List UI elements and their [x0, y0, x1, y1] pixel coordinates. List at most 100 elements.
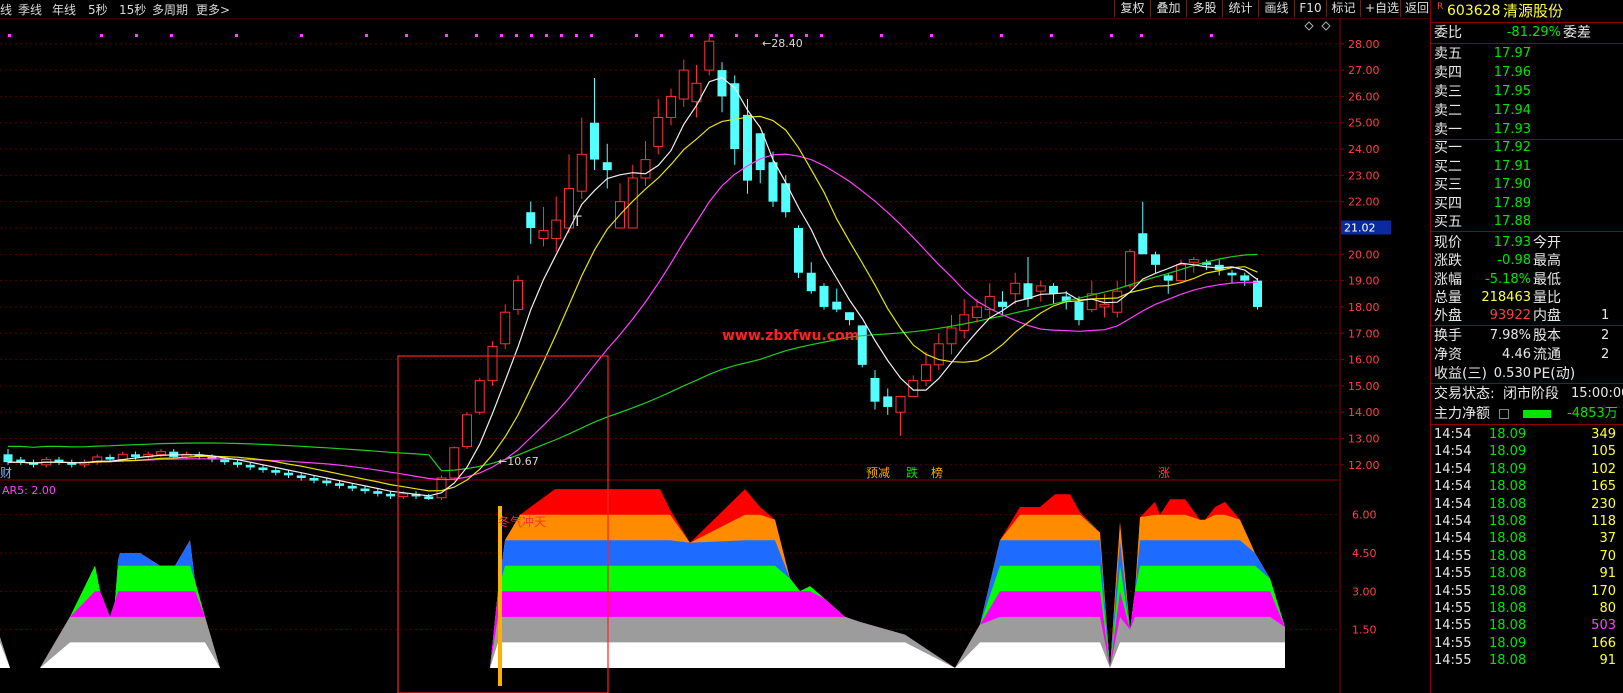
- price-tick-label: 12.00: [1348, 459, 1380, 472]
- candle-body: [1151, 254, 1160, 265]
- chart-toolbar: 线 季线 年线 5秒 15秒 多周期 更多> 复权 叠加 多股 统计 画线 F1…: [0, 0, 1430, 19]
- candle-body: [322, 480, 332, 484]
- signal-dot: [530, 34, 533, 37]
- buy-level[interactable]: 买四 17.89: [1431, 195, 1623, 213]
- signal-dot: [445, 34, 448, 37]
- indicator-area: 冬气冲天 AR5: 2.00: [0, 484, 1285, 686]
- quote-label2: 最高: [1533, 253, 1561, 270]
- chart-annotation: 跌: [906, 465, 918, 480]
- stats-button[interactable]: 统计: [1222, 0, 1258, 17]
- candle-body: [717, 70, 727, 97]
- trade-state-row: 交易状态: 闭市阶段 15:00:00: [1431, 385, 1623, 403]
- main-force-bar: [1523, 410, 1551, 418]
- kline-chart[interactable]: 冬气冲天 AR5: 2.00 28.00 27.00 26.00 25.00 24.00 2…: [0, 18, 1430, 693]
- sell-level-price: 17.96: [1493, 65, 1531, 80]
- main-force-icon[interactable]: [1499, 409, 1509, 419]
- sell-level[interactable]: 卖三 17.95: [1431, 83, 1623, 101]
- candle-body: [258, 467, 268, 471]
- tick-time: 14:54: [1434, 444, 1472, 460]
- candle-body: [386, 493, 395, 497]
- buy-level[interactable]: 买一 17.92: [1431, 139, 1623, 157]
- back-button[interactable]: 返回: [1400, 0, 1430, 17]
- candle-body: [1188, 259, 1199, 263]
- tick-volume: 105: [1591, 444, 1616, 460]
- stat-value: 0.530: [1493, 366, 1531, 381]
- tick-time: 14:54: [1434, 514, 1472, 529]
- sell-level[interactable]: 卖五 17.97: [1431, 45, 1623, 63]
- tick-row: 14:55 18.08 91: [1431, 652, 1623, 670]
- fuquan-button[interactable]: 复权: [1114, 0, 1150, 17]
- signal-bar: [498, 506, 502, 686]
- quote-value2: 1: [1601, 308, 1610, 324]
- sell-level[interactable]: 卖二 17.94: [1431, 102, 1623, 120]
- signal-dot: [475, 34, 478, 37]
- candle-body: [487, 345, 498, 382]
- quote-value: -5.18%: [1485, 271, 1531, 287]
- candle-body: [513, 280, 523, 311]
- candle-body: [1074, 301, 1084, 321]
- period-15s[interactable]: 15秒: [119, 1, 146, 18]
- quote-label: 外盘: [1434, 308, 1462, 325]
- multi-stock-button[interactable]: 多股: [1186, 0, 1222, 17]
- f10-button[interactable]: F10: [1294, 0, 1326, 17]
- candle-body: [449, 447, 460, 479]
- sell-level[interactable]: 卖一 17.93: [1431, 121, 1623, 139]
- overlay-button[interactable]: 叠加: [1150, 0, 1186, 17]
- tick-volume: 166: [1591, 635, 1616, 651]
- quote-row: 外盘 93922 内盘 1: [1431, 307, 1623, 325]
- current-price-tag-label: 21.02: [1344, 221, 1376, 234]
- tick-time: 14:54: [1434, 427, 1472, 442]
- period-more[interactable]: 更多>: [196, 1, 230, 18]
- price-tick-label: 27.00: [1348, 64, 1380, 77]
- indicator-tick-label: 3.00: [1352, 585, 1377, 598]
- price-axis: 28.0027.0026.0025.0024.0023.0022.0021.00…: [1340, 38, 1391, 637]
- buy-level-price: 17.90: [1493, 177, 1531, 192]
- buy-level[interactable]: 买三 17.90: [1431, 176, 1623, 194]
- mark-button[interactable]: 标记: [1326, 0, 1360, 17]
- period-yearly[interactable]: 年线: [52, 1, 76, 18]
- add-favorite-button[interactable]: +自选: [1360, 0, 1400, 17]
- stat-row: 换手 7.98% 股本 2: [1431, 327, 1623, 345]
- candle-body: [590, 122, 599, 160]
- weicha-label: 委差: [1563, 25, 1591, 41]
- period-5s[interactable]: 5秒: [88, 1, 108, 18]
- draw-line-button[interactable]: 画线: [1258, 0, 1294, 17]
- candle-body: [424, 496, 434, 500]
- buy-level[interactable]: 买二 17.91: [1431, 158, 1623, 176]
- signal-dot: [590, 34, 593, 37]
- quote-label2: 内盘: [1533, 308, 1561, 325]
- stat-value: 4.46: [1502, 347, 1531, 362]
- tick-price: 18.08: [1489, 479, 1527, 495]
- tick-time: 14:55: [1434, 548, 1472, 564]
- signal-dot: [365, 34, 368, 37]
- tick-time: 14:55: [1434, 635, 1472, 651]
- tick-row: 14:54 18.09 105: [1431, 443, 1623, 461]
- candle-body: [398, 493, 409, 497]
- sell-level[interactable]: 卖四 17.96: [1431, 64, 1623, 82]
- candle-body: [640, 159, 651, 179]
- candle-body: [1035, 285, 1046, 292]
- sell-level-label: 卖四: [1434, 65, 1462, 81]
- sell-level-label: 卖五: [1434, 46, 1462, 62]
- candle-body: [883, 396, 893, 407]
- tick-time: 14:55: [1434, 566, 1472, 582]
- price-tick-label: 15.00: [1348, 380, 1380, 393]
- chart-annotation: T: [572, 214, 582, 230]
- period-weekly[interactable]: 线: [0, 1, 12, 18]
- period-quarterly[interactable]: 季线: [18, 1, 42, 18]
- period-multi[interactable]: 多周期: [152, 1, 188, 18]
- signal-dot: [635, 34, 638, 37]
- candle-body: [666, 95, 676, 118]
- sell-level-price: 17.97: [1493, 46, 1531, 61]
- buy-level[interactable]: 买五 17.88: [1431, 213, 1623, 231]
- candle-body: [845, 312, 854, 321]
- sell-level-price: 17.93: [1493, 122, 1531, 137]
- quote-label: 总量: [1434, 289, 1462, 306]
- stock-header[interactable]: R 603628 清源股份: [1431, 0, 1623, 22]
- stock-code: 603628: [1447, 3, 1501, 19]
- candle-body: [360, 488, 370, 492]
- tick-row: 14:54 18.08 37: [1431, 530, 1623, 548]
- tick-price: 18.08: [1489, 496, 1527, 512]
- candle-body: [743, 114, 752, 181]
- diamond-icon: [1321, 21, 1331, 31]
